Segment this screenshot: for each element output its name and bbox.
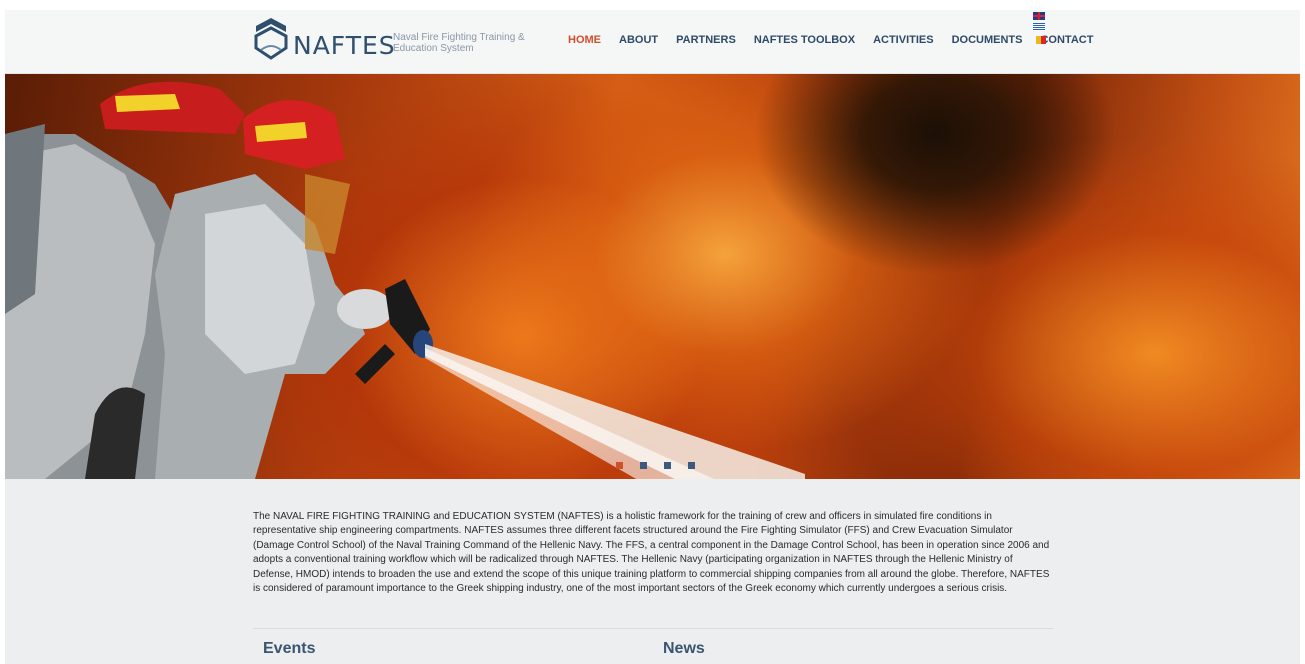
firefighters-image (5, 81, 433, 479)
nav-activities[interactable]: ACTIVITIES (873, 34, 934, 46)
intro-paragraph: The NAVAL FIRE FIGHTING TRAINING and EDU… (253, 511, 1050, 595)
nav-naftes-toolbox[interactable]: NAFTES TOOLBOX (754, 34, 855, 46)
nav-contact[interactable]: CONTACT (1040, 34, 1093, 46)
nav-partners[interactable]: PARTNERS (676, 34, 736, 46)
italy-flag-icon[interactable] (1036, 36, 1046, 44)
water-spray-image (425, 344, 805, 479)
nav-documents[interactable]: DOCUMENTS (952, 34, 1023, 46)
slider-pagination (616, 462, 695, 469)
logo-text: NAFTES (293, 31, 396, 60)
news-heading: News (663, 640, 705, 657)
section-divider (253, 628, 1053, 629)
main-nav: HOME ABOUT PARTNERS NAFTES TOOLBOX ACTIV… (568, 34, 1111, 46)
slider-dot-4[interactable] (688, 462, 695, 469)
site-logo[interactable]: NAFTES Naval Fire Fighting Training & Ed… (253, 16, 525, 66)
hero-slider (5, 74, 1300, 479)
site-header: NAFTES Naval Fire Fighting Training & Ed… (5, 10, 1300, 74)
greece-flag-icon[interactable] (1033, 23, 1045, 31)
language-switcher (1033, 12, 1047, 34)
slider-dot-2[interactable] (640, 462, 647, 469)
logo-tagline: Naval Fire Fighting Training & Education… (393, 32, 525, 54)
slider-dot-3[interactable] (664, 462, 671, 469)
slider-dot-1[interactable] (616, 462, 623, 469)
nav-home[interactable]: HOME (568, 34, 601, 46)
uk-flag-icon[interactable] (1033, 12, 1045, 20)
nav-about[interactable]: ABOUT (619, 34, 658, 46)
main-content: The NAVAL FIRE FIGHTING TRAINING and EDU… (253, 510, 1053, 596)
naftes-logo-icon (254, 18, 288, 60)
events-heading: Events (263, 640, 316, 657)
page-frame: NAFTES Naval Fire Fighting Training & Ed… (5, 10, 1300, 664)
